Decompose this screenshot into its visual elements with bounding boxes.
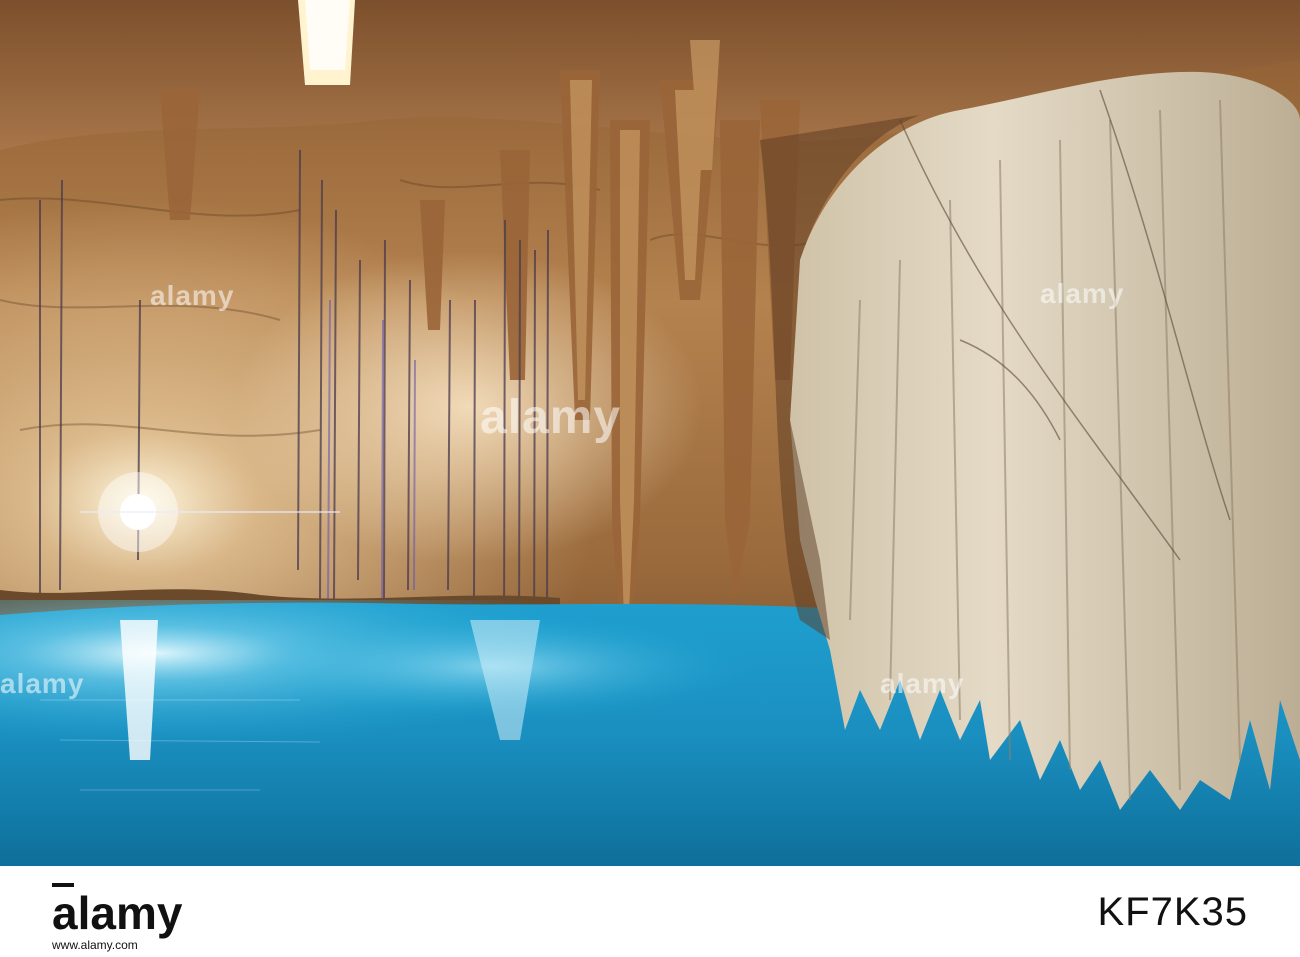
- cave-scene: [0, 0, 1300, 866]
- image-id: KF7K35: [1097, 890, 1248, 934]
- cenote-photo: alamy alamy alamy alamy alamy: [0, 0, 1300, 866]
- footer-bar: alamy www.alamy.com KF7K35: [0, 866, 1300, 957]
- site-url: www.alamy.com: [52, 938, 138, 952]
- alamy-logo: alamy: [52, 883, 183, 939]
